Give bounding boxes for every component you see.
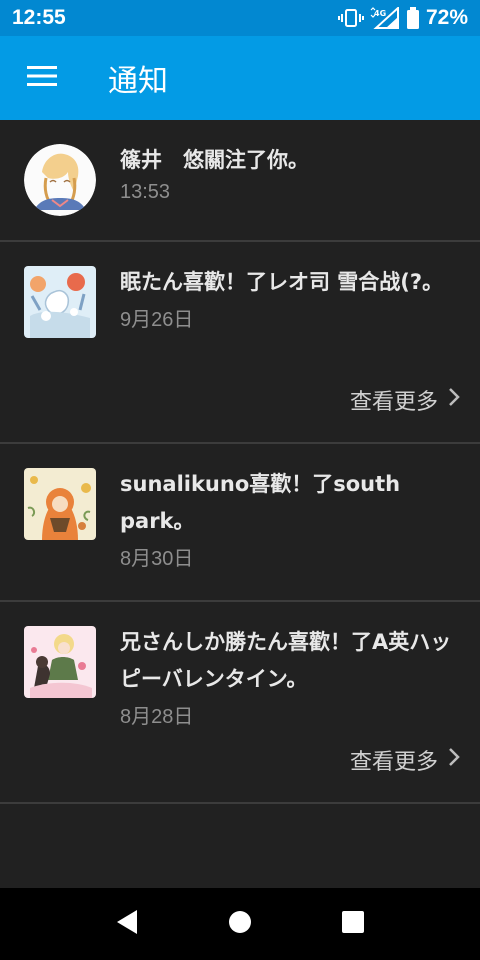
status-time: 12:55 (12, 6, 66, 29)
notification-item[interactable]: 篠井 悠關注了你。 13:53 (0, 120, 480, 242)
notification-time: 9月26日 (120, 309, 194, 331)
notification-text: sunalikuno喜歡！了south park。 (120, 472, 401, 533)
notification-body: 篠井 悠關注了你。 13:53 (120, 142, 460, 204)
home-icon (228, 910, 252, 938)
status-bar: 12:55 4G 72% (0, 0, 480, 36)
battery-icon (406, 7, 420, 29)
menu-button[interactable] (0, 36, 84, 120)
recents-icon (342, 911, 365, 937)
view-more-link[interactable]: 查看更多 (350, 744, 460, 776)
battery-percent: 72% (425, 6, 468, 29)
artwork-thumbnail[interactable] (24, 468, 96, 540)
vibrate-icon (337, 8, 364, 28)
notification-text: 篠井 悠關注了你。 (120, 148, 309, 172)
home-button[interactable] (216, 900, 264, 948)
notification-item[interactable]: 眠たん喜歡！了レオ司 雪合战(?。 9月26日 查看更多 (0, 242, 480, 444)
chevron-right-icon (448, 387, 460, 413)
notification-text: 兄さんしか勝たん喜歡！了A英ハッピーバレンタイン。 (120, 630, 452, 691)
view-more-link[interactable]: 查看更多 (350, 384, 460, 416)
back-button[interactable] (103, 900, 151, 948)
view-more-label: 查看更多 (349, 750, 438, 775)
notification-time: 8月28日 (120, 706, 194, 728)
notification-list: 篠井 悠關注了你。 13:53 眠たん喜歡！了レオ司 雪合战(?。 9月26日 … (0, 120, 480, 804)
notification-item[interactable]: 兄さんしか勝たん喜歡！了A英ハッピーバレンタイン。 8月28日 查看更多 (0, 602, 480, 804)
back-icon (115, 909, 139, 939)
system-nav-bar (0, 888, 480, 960)
svg-text:4G: 4G (374, 9, 386, 18)
notification-time: 13:53 (120, 181, 171, 203)
recents-button[interactable] (329, 900, 377, 948)
notification-text: 眠たん喜歡！了レオ司 雪合战(?。 (120, 270, 444, 294)
notification-item[interactable]: sunalikuno喜歡！了south park。 8月30日 (0, 444, 480, 602)
app-bar: 通知 (0, 36, 480, 120)
notification-body: 眠たん喜歡！了レオ司 雪合战(?。 9月26日 (120, 264, 460, 332)
view-more-label: 查看更多 (349, 390, 438, 415)
notification-body: sunalikuno喜歡！了south park。 8月30日 (120, 466, 460, 571)
signal-icon: 4G (370, 7, 400, 29)
artwork-thumbnail[interactable] (24, 626, 96, 698)
page-title: 通知 (108, 64, 168, 99)
notification-time: 8月30日 (120, 548, 194, 570)
hamburger-menu-icon (27, 65, 57, 91)
status-icons: 4G 72% (337, 6, 468, 30)
notification-body: 兄さんしか勝たん喜歡！了A英ハッピーバレンタイン。 8月28日 (120, 624, 460, 729)
chevron-right-icon (448, 747, 460, 773)
user-avatar[interactable] (24, 144, 96, 216)
artwork-thumbnail[interactable] (24, 266, 96, 338)
